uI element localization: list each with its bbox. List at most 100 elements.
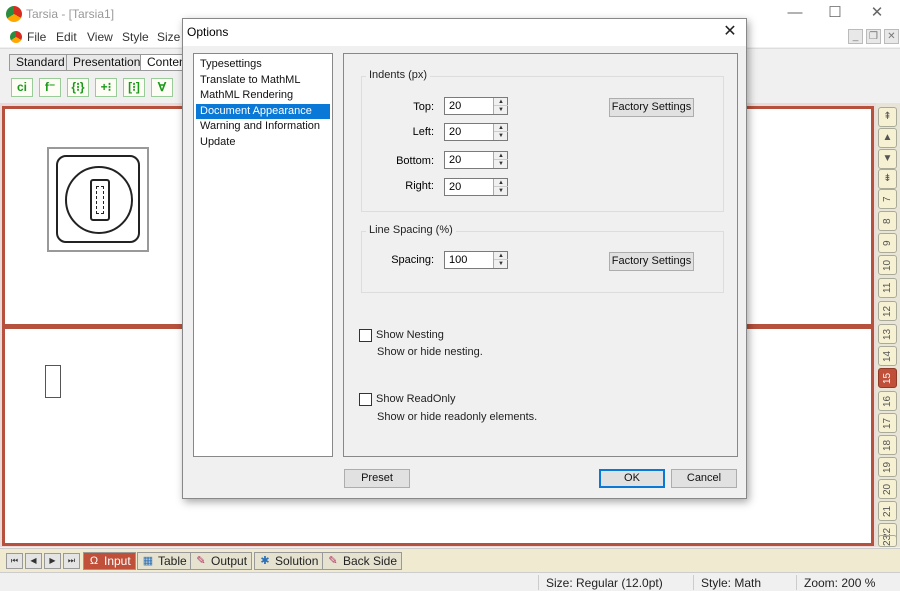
next-page-button[interactable]: ▼ (878, 149, 897, 169)
status-zoom: Zoom: 200 % (804, 576, 876, 590)
spin-down-icon[interactable]: ▼ (494, 260, 508, 268)
options-dialog: Options ✕ Typesettings Translate to Math… (182, 18, 747, 499)
nav-update[interactable]: Update (196, 135, 330, 151)
ci-button[interactable]: ci (11, 78, 33, 97)
preset-button[interactable]: Preset (344, 469, 410, 488)
tab-back-side[interactable]: ✎ Back Side (322, 552, 403, 570)
spin-up-icon[interactable]: ▲ (494, 124, 508, 132)
tab-output[interactable]: ✎ Output (190, 552, 253, 570)
nav-document-appearance[interactable]: Document Appearance (196, 103, 330, 119)
nav-mathml-rendering[interactable]: MathML Rendering (196, 88, 330, 104)
right-spinner[interactable]: 20 ▲ ▼ (444, 178, 508, 196)
top-label: Top: (413, 101, 434, 113)
spacing-spinner-arrows[interactable]: ▲ ▼ (493, 252, 508, 268)
card-17[interactable]: 17 (878, 413, 897, 433)
prev-tab-button[interactable]: ◀ (25, 553, 42, 569)
spin-up-icon[interactable]: ▲ (494, 152, 508, 160)
nav-translate-to-mathml[interactable]: Translate to MathML (196, 73, 330, 89)
spin-up-icon[interactable]: ▲ (494, 179, 508, 187)
indents-factory-settings-button[interactable]: Factory Settings (609, 98, 694, 117)
card-23[interactable]: 23 (878, 535, 897, 547)
card-9[interactable]: 9 (878, 233, 897, 253)
mdi-close-button[interactable]: ✕ (884, 29, 899, 44)
card-8[interactable]: 8 (878, 211, 897, 231)
right-spinner-arrows[interactable]: ▲ ▼ (493, 179, 508, 195)
bottom-spinner[interactable]: 20 ▲ ▼ (444, 151, 508, 169)
dialog-close-button[interactable]: ✕ (720, 22, 740, 42)
top-spinner-arrows[interactable]: ▲ ▼ (493, 98, 508, 114)
card-16[interactable]: 16 (878, 391, 897, 411)
card-21[interactable]: 21 (878, 501, 897, 521)
left-spinner[interactable]: 20 ▲ ▼ (444, 123, 508, 141)
nav-warning-and-information[interactable]: Warning and Information (196, 119, 330, 135)
solution-icon: ✱ (260, 555, 270, 567)
plus-button[interactable]: +⁝ (95, 78, 117, 97)
card-18[interactable]: 18 (878, 435, 897, 455)
left-value: 20 (449, 126, 462, 138)
mdi-restore-button[interactable]: ❐ (866, 29, 881, 44)
tab-solution[interactable]: ✱ Solution (254, 552, 324, 570)
show-nesting-label[interactable]: Show Nesting (376, 329, 444, 341)
card-10[interactable]: 10 (878, 255, 897, 275)
close-button[interactable]: ✕ (862, 4, 892, 22)
shape-square (56, 155, 140, 243)
spin-down-icon[interactable]: ▼ (494, 132, 508, 140)
card-19[interactable]: 19 (878, 457, 897, 477)
cancel-button[interactable]: Cancel (671, 469, 737, 488)
tab-standard[interactable]: Standard (9, 54, 72, 71)
maximize-button[interactable]: ☐ (820, 4, 850, 22)
card-11[interactable]: 11 (878, 278, 897, 298)
tab-table[interactable]: ▦ Table (137, 552, 192, 570)
tab-presentation[interactable]: Presentation (66, 54, 148, 71)
show-nesting-checkbox[interactable] (359, 329, 372, 342)
shape-rect (90, 179, 110, 221)
menu-edit[interactable]: Edit (56, 30, 77, 44)
nav-typesettings[interactable]: Typesettings (196, 57, 330, 73)
last-tab-button[interactable]: ⏭ (63, 553, 80, 569)
card-13[interactable]: 13 (878, 324, 897, 344)
card-15[interactable]: 15 (878, 368, 897, 388)
mdi-minimize-button[interactable]: _ (848, 29, 863, 44)
spin-up-icon[interactable]: ▲ (494, 252, 508, 260)
line-spacing-group-label: Line Spacing (%) (366, 224, 456, 236)
show-readonly-checkbox[interactable] (359, 393, 372, 406)
options-category-list: Typesettings Translate to MathML MathML … (193, 53, 333, 457)
forall-button[interactable]: ∀ (151, 78, 173, 97)
spin-down-icon[interactable]: ▼ (494, 160, 508, 168)
ok-button[interactable]: OK (599, 469, 665, 488)
card-7[interactable]: 7 (878, 189, 897, 209)
interval-button[interactable]: [⁝] (123, 78, 145, 97)
show-readonly-label[interactable]: Show ReadOnly (376, 393, 456, 405)
spin-up-icon[interactable]: ▲ (494, 98, 508, 106)
card-14[interactable]: 14 (878, 346, 897, 366)
spacing-spinner[interactable]: 100 ▲ ▼ (444, 251, 508, 269)
minimize-button[interactable]: — (780, 4, 810, 22)
menu-size[interactable]: Size (157, 30, 180, 44)
card-sidebar: ⇞ ▲ ▼ ⇟ 7 8 9 10 11 12 13 14 15 16 17 18… (876, 103, 900, 547)
last-page-button[interactable]: ⇟ (878, 169, 897, 189)
spin-down-icon[interactable]: ▼ (494, 106, 508, 114)
spin-down-icon[interactable]: ▼ (494, 187, 508, 195)
prev-page-button[interactable]: ▲ (878, 128, 897, 148)
menu-style[interactable]: Style (122, 30, 149, 44)
app-logo-icon (6, 6, 22, 22)
tab-solution-label: Solution (275, 554, 319, 568)
input-placeholder[interactable] (45, 365, 61, 398)
card-12[interactable]: 12 (878, 301, 897, 321)
menu-file[interactable]: File (27, 30, 46, 44)
bottom-spinner-arrows[interactable]: ▲ ▼ (493, 152, 508, 168)
status-bar: Size: Regular (12.0pt) Style: Math Zoom:… (0, 572, 900, 591)
tab-input[interactable]: Ω Input (83, 552, 136, 570)
next-tab-button[interactable]: ▶ (44, 553, 61, 569)
menu-view[interactable]: View (87, 30, 113, 44)
top-spinner[interactable]: 20 ▲ ▼ (444, 97, 508, 115)
spacing-factory-settings-button[interactable]: Factory Settings (609, 252, 694, 271)
input-icon: Ω (89, 555, 99, 567)
tab-content[interactable]: Content (140, 54, 184, 71)
set-button[interactable]: {⁝} (67, 78, 89, 97)
card-20[interactable]: 20 (878, 479, 897, 499)
first-page-button[interactable]: ⇞ (878, 107, 897, 127)
left-spinner-arrows[interactable]: ▲ ▼ (493, 124, 508, 140)
inverse-function-button[interactable]: f⁻ (39, 78, 61, 97)
first-tab-button[interactable]: ⏮ (6, 553, 23, 569)
